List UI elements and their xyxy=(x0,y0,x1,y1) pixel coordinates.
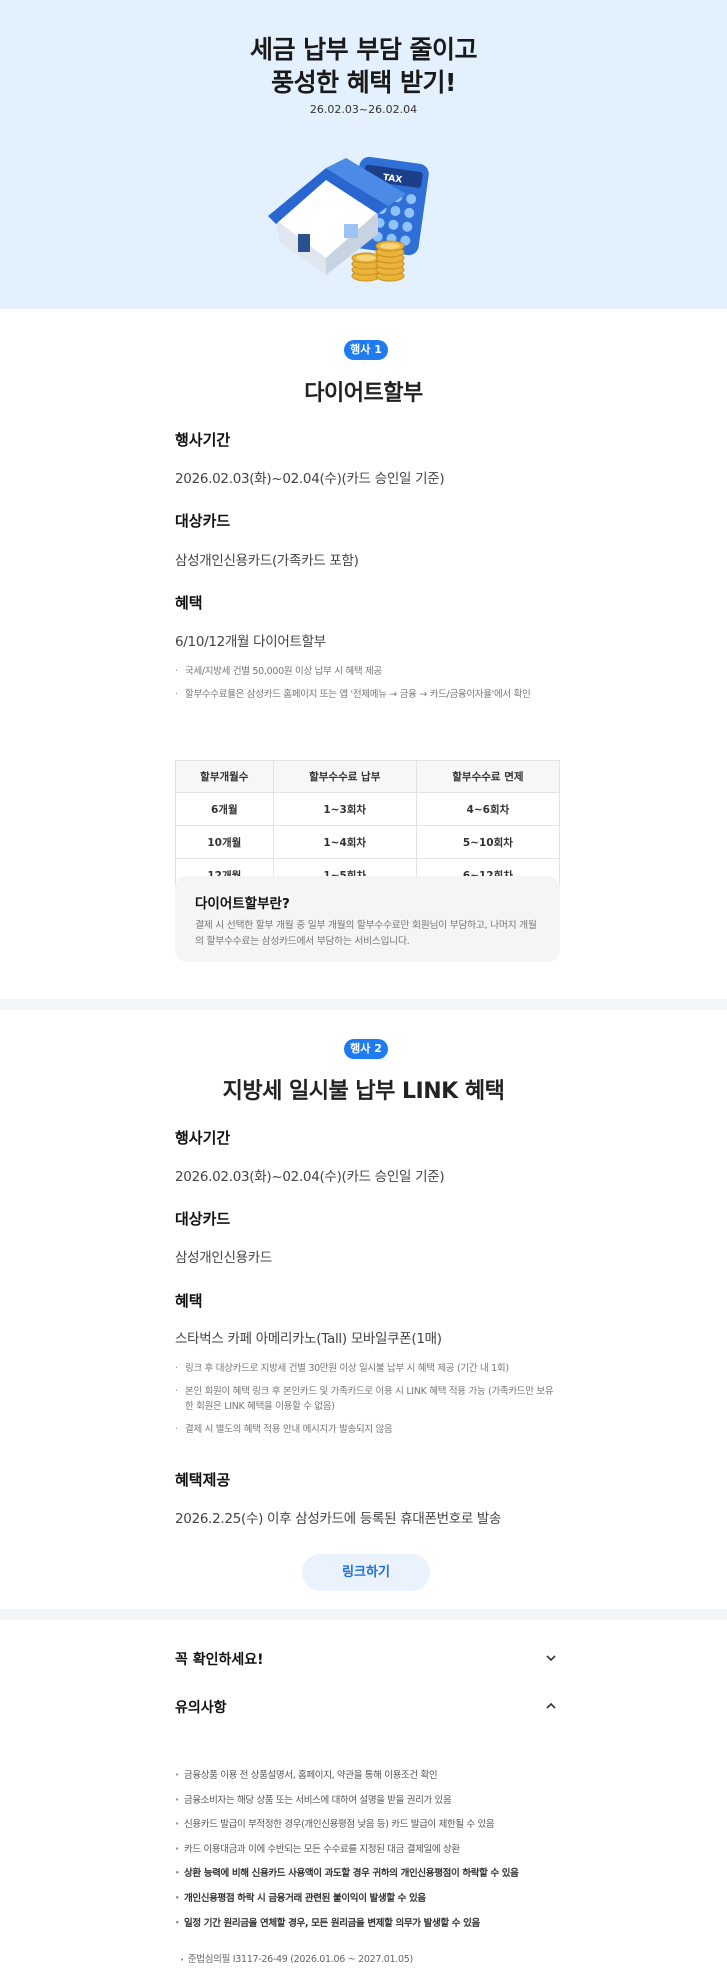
event2-delivery-label: 혜택제공 xyxy=(175,1471,231,1489)
caution-item: 일정 기간 원리금을 연체할 경우, 모든 원리금을 변제할 의무가 발생할 수… xyxy=(175,1916,565,1931)
table-row: 6개월 1~3회차 4~6회차 xyxy=(175,792,561,826)
event2-bullet: 본인 회원이 혜택 링크 후 본인카드 및 가족카드로 이용 시 LINK 혜택… xyxy=(175,1384,560,1414)
table-cell: 5~10회차 xyxy=(415,825,561,859)
hero-title: 세금 납부 부담 줄이고 풍성한 혜택 받기! xyxy=(0,33,727,99)
chevron-down-icon xyxy=(546,1655,556,1662)
hero-title-line1: 세금 납부 부담 줄이고 xyxy=(249,35,478,64)
event1-badge: 행사 1 xyxy=(344,340,388,360)
link-button[interactable]: 링크하기 xyxy=(302,1554,430,1591)
installment-table: 할부개월수 할부수수료 납부 할부수수료 면제 6개월 1~3회차 4~6회차 … xyxy=(175,760,561,892)
info-box-text: 결제 시 선택한 할부 개월 중 일부 개월의 할부수수료만 회원님이 부담하고… xyxy=(195,920,537,947)
event2-bullet: 링크 후 대상카드로 지방세 건별 30만원 이상 일시불 납부 시 혜택 제공… xyxy=(175,1361,560,1376)
caution-item: 신용카드 발급이 부적정한 경우(개인신용평점 낮음 등) 카드 발급이 제한될… xyxy=(175,1817,565,1832)
event2-bullets: 링크 후 대상카드로 지방세 건별 30만원 이상 일시불 납부 시 혜택 제공… xyxy=(175,1361,560,1445)
house-calculator-coins-illustration: TAX xyxy=(268,156,429,282)
event2-card-label: 대상카드 xyxy=(175,1210,231,1228)
info-box-title: 다이어트할부란? xyxy=(195,896,290,912)
check-accordion-title: 꼭 확인하세요! xyxy=(175,1652,264,1668)
event1-card-value: 삼성개인신용카드(가족카드 포함) xyxy=(175,553,359,569)
hero-date: 26.02.03~26.02.04 xyxy=(309,103,418,116)
section-divider xyxy=(0,999,727,1010)
table-header-cell: 할부개월수 xyxy=(175,760,274,793)
event2-delivery-value: 2026.2.25(수) 이후 삼성카드에 등록된 휴대폰번호로 발송 xyxy=(175,1511,502,1527)
event1-section: 행사 1 다이어트할부 행사기간 2026.02.03(화)~02.04(수)(… xyxy=(0,309,727,999)
event1-card-label: 대상카드 xyxy=(175,512,231,530)
diet-installment-info-box: 다이어트할부란? 결제 시 선택한 할부 개월 중 일부 개월의 할부수수료만 … xyxy=(175,876,560,962)
event2-card-value: 삼성개인신용카드 xyxy=(175,1250,272,1266)
table-header-cell: 할부수수료 면제 xyxy=(415,760,561,793)
event2-benefit-value: 스타벅스 카페 아메리카노(Tall) 모바일쿠폰(1매) xyxy=(175,1331,442,1347)
table-cell: 1~3회차 xyxy=(272,792,417,826)
event2-title: 지방세 일시불 납부 LINK 혜택 xyxy=(222,1079,505,1104)
hero-title-line2: 풍성한 혜택 받기! xyxy=(271,68,456,97)
event1-benefit-label: 혜택 xyxy=(175,594,203,612)
event1-period-label: 행사기간 xyxy=(175,431,231,449)
event2-badge: 행사 2 xyxy=(344,1039,388,1059)
table-cell: 10개월 xyxy=(175,825,274,859)
caution-accordion-header[interactable]: 유의사항 xyxy=(175,1697,560,1721)
table-header-cell: 할부수수료 납부 xyxy=(272,760,417,793)
hero-banner: 세금 납부 부담 줄이고 풍성한 혜택 받기! 26.02.03~26.02.0… xyxy=(0,0,727,309)
table-row: 10개월 1~4회차 5~10회차 xyxy=(175,825,561,859)
event2-benefit-label: 혜택 xyxy=(175,1292,203,1310)
check-accordion-header[interactable]: 꼭 확인하세요! xyxy=(175,1649,560,1673)
caution-item: 상환 능력에 비해 신용카드 사용액이 과도할 경우 귀하의 개인신용평점이 하… xyxy=(175,1866,565,1881)
table-cell: 1~4회차 xyxy=(272,825,417,859)
section-divider xyxy=(0,1609,727,1620)
chevron-up-icon xyxy=(546,1702,556,1709)
event2-period-label: 행사기간 xyxy=(175,1129,231,1147)
caution-item: 카드 이용대금과 이에 수반되는 모든 수수료를 지정된 대금 결제일에 상환 xyxy=(175,1842,565,1857)
notice-section: 꼭 확인하세요! 유의사항 금융상품 이용 전 상품설명서, 홈페이지, 약관을… xyxy=(0,1620,727,1973)
event2-period-value: 2026.02.03(화)~02.04(수)(카드 승인일 기준) xyxy=(175,1169,445,1185)
event1-benefit-value: 6/10/12개월 다이어트할부 xyxy=(175,634,326,650)
table-header-row: 할부개월수 할부수수료 납부 할부수수료 면제 xyxy=(175,760,561,793)
event1-title: 다이어트할부 xyxy=(304,381,423,406)
event2-bullet: 결제 시 별도의 혜택 적용 안내 메시지가 발송되지 않음 xyxy=(175,1422,560,1437)
event1-bullets: 국세/지방세 건별 50,000원 이상 납부 시 혜택 제공 할부수수료율은 … xyxy=(175,664,560,710)
caution-accordion-title: 유의사항 xyxy=(175,1700,227,1716)
table-cell: 6개월 xyxy=(175,792,274,826)
event1-period-value: 2026.02.03(화)~02.04(수)(카드 승인일 기준) xyxy=(175,471,445,487)
event1-bullet: 국세/지방세 건별 50,000원 이상 납부 시 혜택 제공 xyxy=(175,664,560,679)
event2-section: 행사 2 지방세 일시불 납부 LINK 혜택 행사기간 2026.02.03(… xyxy=(0,1010,727,1609)
compliance-approval-number: 준법심의필 I3117-26-49 (2026.01.06 ~ 2027.01.… xyxy=(180,1951,413,1965)
table-cell: 4~6회차 xyxy=(415,792,561,826)
event1-bullet: 할부수수료율은 삼성카드 홈페이지 또는 앱 '전체메뉴 → 금융 → 카드/금… xyxy=(175,687,560,702)
caution-item: 금융상품 이용 전 상품설명서, 홈페이지, 약관을 통해 이용조건 확인 xyxy=(175,1768,565,1783)
caution-item: 개인신용평점 하락 시 금융거래 관련된 불이익이 발생할 수 있음 xyxy=(175,1891,565,1906)
caution-item: 금융소비자는 해당 상품 또는 서비스에 대하여 설명을 받을 권리가 있음 xyxy=(175,1793,565,1808)
caution-list: 금융상품 이용 전 상품설명서, 홈페이지, 약관을 통해 이용조건 확인 금융… xyxy=(175,1768,565,1940)
